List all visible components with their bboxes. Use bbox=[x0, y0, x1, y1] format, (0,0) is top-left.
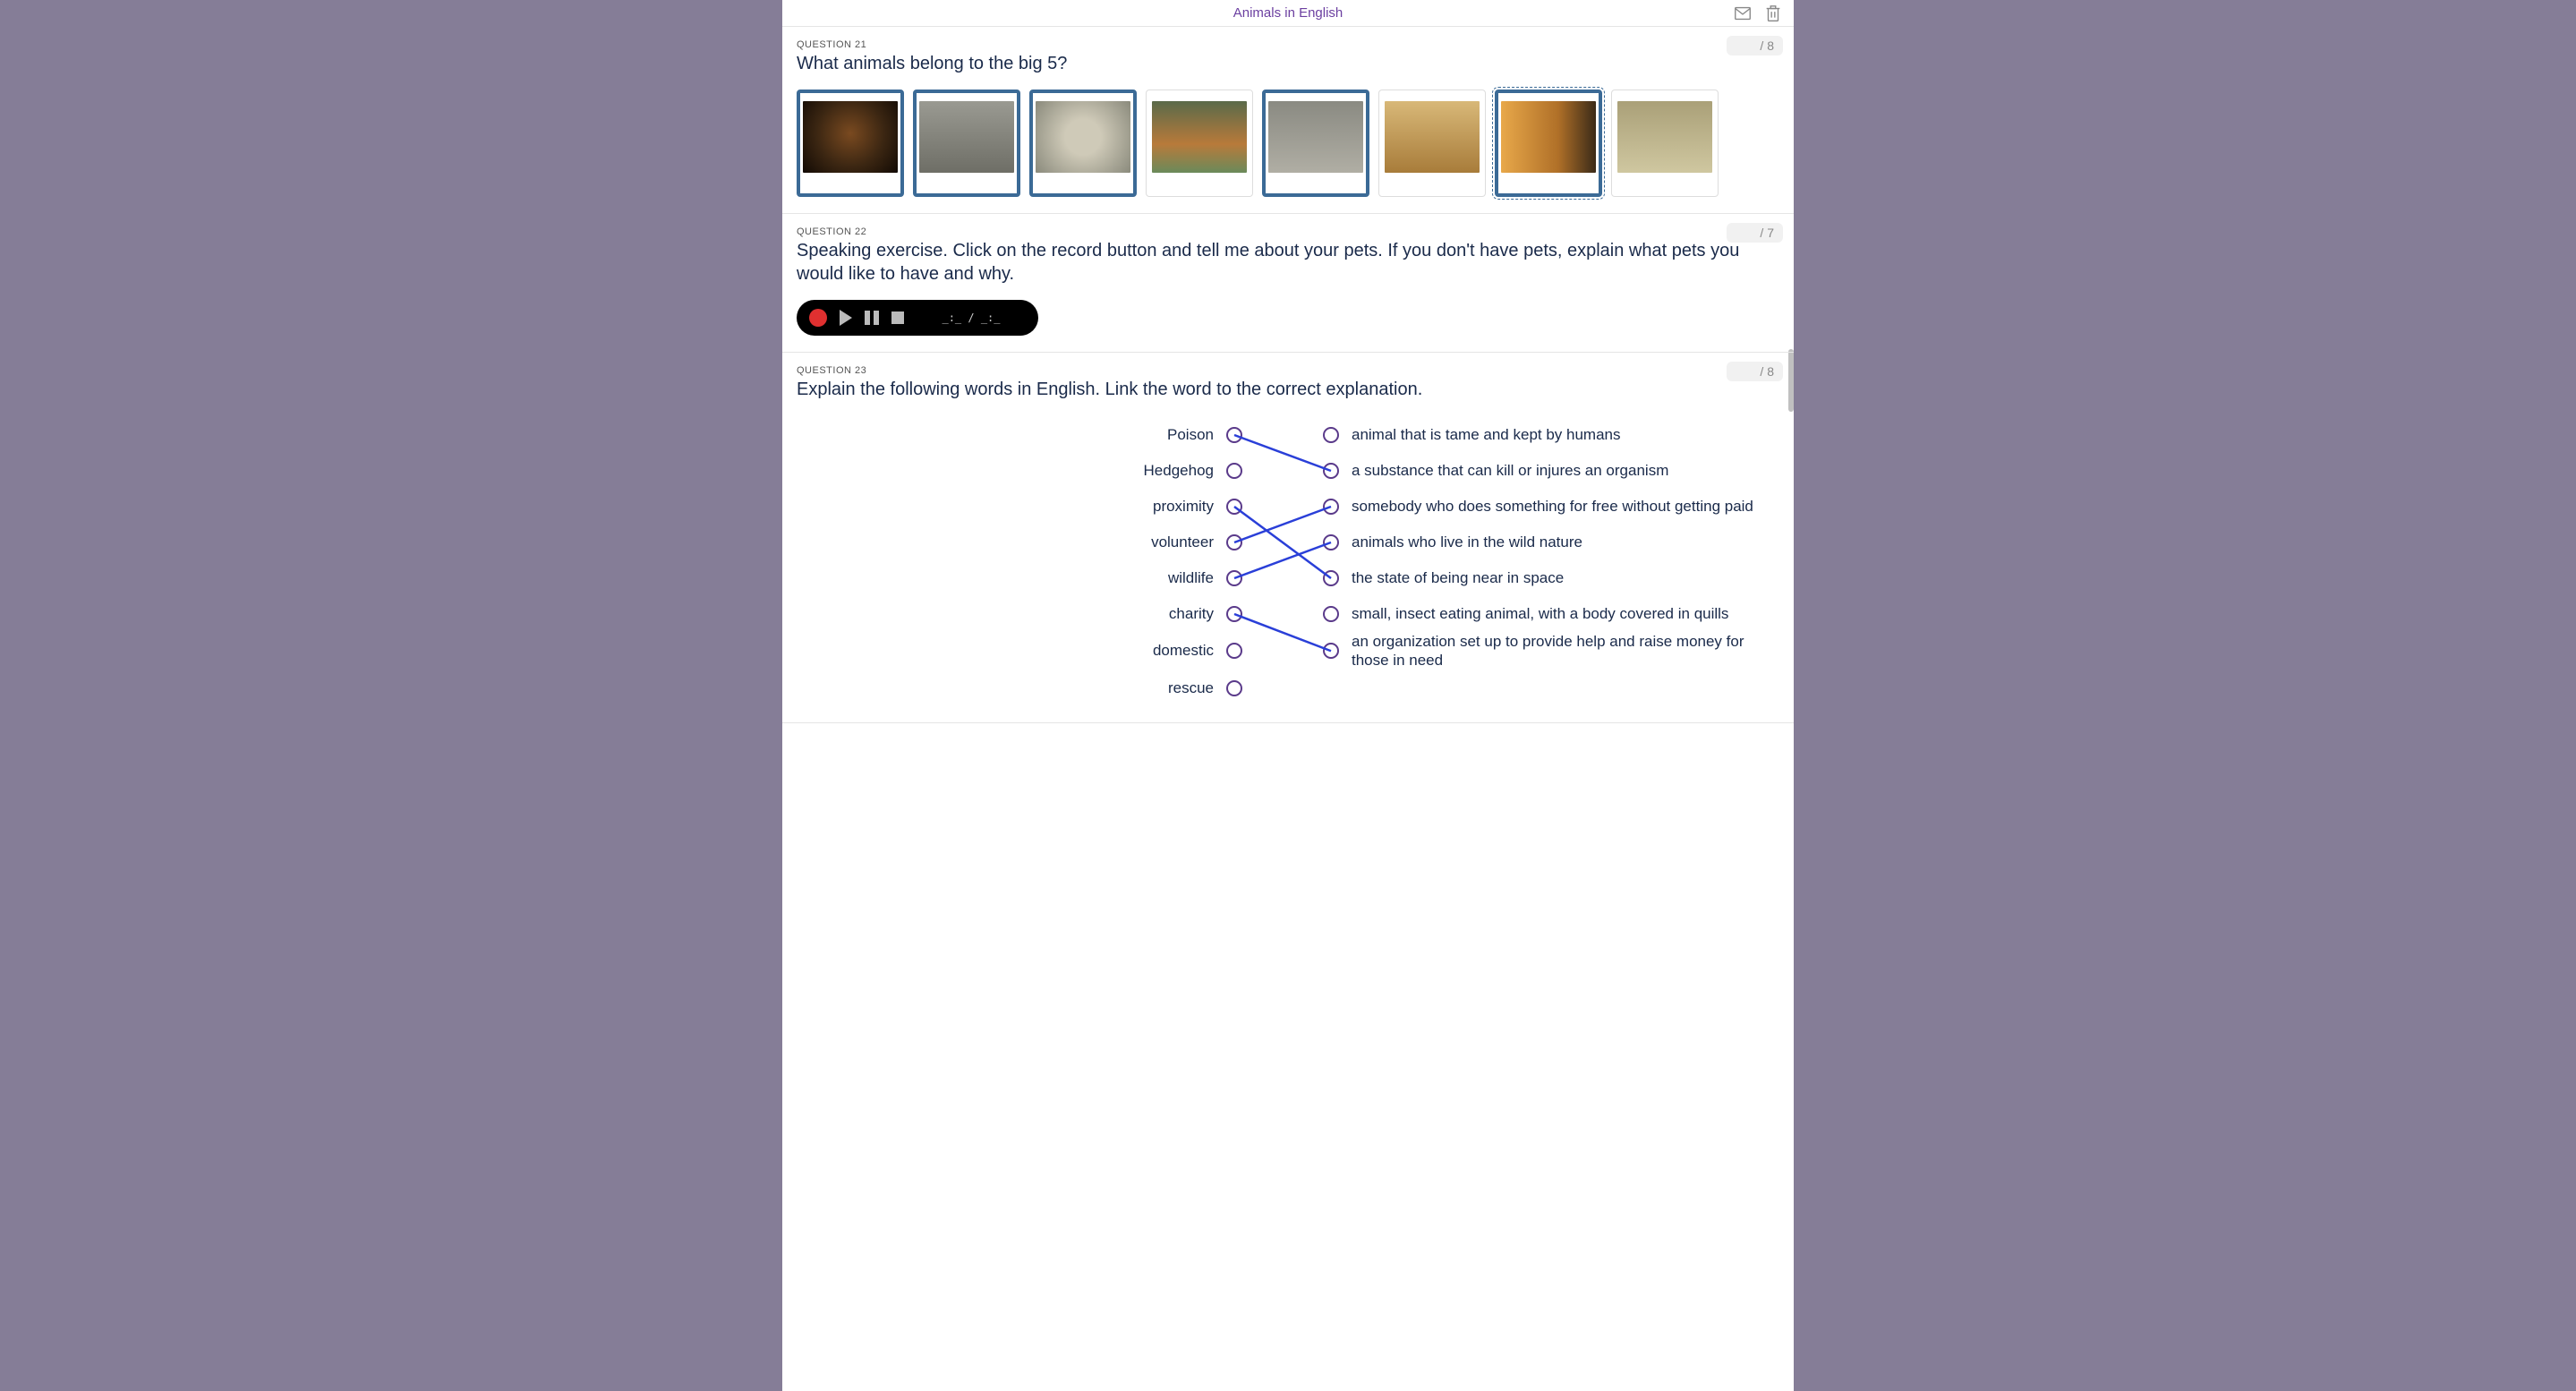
match-left-dot[interactable] bbox=[1226, 534, 1242, 550]
lion-image bbox=[803, 101, 898, 173]
match-right-dot[interactable] bbox=[1323, 427, 1339, 443]
match-left-dot[interactable] bbox=[1226, 643, 1242, 659]
max-score-q21: / 8 bbox=[1760, 38, 1774, 53]
question-number-q23: QUESTION 23 bbox=[797, 365, 1779, 376]
matching-grid-q23: Poison animal that is tame and kept by hu… bbox=[797, 417, 1779, 706]
question-23-block: / 8 QUESTION 23 Explain the following wo… bbox=[782, 353, 1794, 723]
match-right-dot[interactable] bbox=[1323, 606, 1339, 622]
score-badge-q22: / 7 bbox=[1727, 223, 1783, 243]
match-left-dot[interactable] bbox=[1226, 570, 1242, 586]
image-card-tiger[interactable] bbox=[1146, 90, 1253, 197]
giraffe-image bbox=[1385, 101, 1480, 173]
match-right-label: somebody who does something for free wit… bbox=[1348, 497, 1779, 516]
match-right-label: animals who live in the wild nature bbox=[1348, 533, 1779, 551]
score-input-q22[interactable] bbox=[1736, 226, 1757, 240]
image-choices-q21 bbox=[797, 90, 1779, 197]
image-card-buffalo[interactable] bbox=[1495, 90, 1602, 197]
match-right-dot[interactable] bbox=[1323, 643, 1339, 659]
match-left-label: rescue bbox=[797, 679, 1217, 697]
question-number-q21: QUESTION 21 bbox=[797, 39, 1779, 50]
crocodile-image bbox=[1617, 101, 1712, 173]
image-card-rhino[interactable] bbox=[1262, 90, 1369, 197]
match-left-label: Poison bbox=[797, 426, 1217, 444]
header-actions bbox=[1733, 4, 1783, 23]
match-row: Hedgehog a substance that can kill or inj… bbox=[797, 453, 1779, 489]
tiger-image bbox=[1152, 101, 1247, 173]
page-title: Animals in English bbox=[1233, 5, 1343, 21]
match-right-label: animal that is tame and kept by humans bbox=[1348, 425, 1779, 444]
elephant-image bbox=[919, 101, 1014, 173]
image-card-lion[interactable] bbox=[797, 90, 904, 197]
match-left-label: volunteer bbox=[797, 533, 1217, 551]
match-row: proximity somebody who does something for… bbox=[797, 489, 1779, 525]
match-row: rescue bbox=[797, 670, 1779, 706]
question-text-q23: Explain the following words in English. … bbox=[797, 378, 1779, 401]
max-score-q23: / 8 bbox=[1760, 364, 1774, 379]
mail-icon[interactable] bbox=[1733, 4, 1753, 23]
match-right-label: a substance that can kill or injures an … bbox=[1348, 461, 1779, 480]
match-left-dot[interactable] bbox=[1226, 499, 1242, 515]
audio-recorder: _:_ / _:_ bbox=[797, 300, 1038, 336]
trash-icon[interactable] bbox=[1763, 4, 1783, 23]
max-score-q22: / 7 bbox=[1760, 226, 1774, 240]
question-text-q21: What animals belong to the big 5? bbox=[797, 52, 1779, 75]
leopard-image bbox=[1036, 101, 1130, 173]
image-card-leopard[interactable] bbox=[1029, 90, 1137, 197]
rhino-image bbox=[1268, 101, 1363, 173]
question-21-block: / 8 QUESTION 21 What animals belong to t… bbox=[782, 27, 1794, 214]
recorder-time: _:_ / _:_ bbox=[917, 311, 1026, 324]
image-card-giraffe[interactable] bbox=[1378, 90, 1486, 197]
match-right-dot[interactable] bbox=[1323, 570, 1339, 586]
question-text-q22: Speaking exercise. Click on the record b… bbox=[797, 239, 1779, 286]
match-row: Poison animal that is tame and kept by hu… bbox=[797, 417, 1779, 453]
match-row: wildlife the state of being near in space bbox=[797, 560, 1779, 596]
score-badge-q21: / 8 bbox=[1727, 36, 1783, 55]
match-right-label: the state of being near in space bbox=[1348, 568, 1779, 587]
match-left-dot[interactable] bbox=[1226, 680, 1242, 696]
score-input-q23[interactable] bbox=[1736, 364, 1757, 379]
match-right-dot[interactable] bbox=[1323, 463, 1339, 479]
record-button[interactable] bbox=[809, 309, 827, 327]
question-22-block: / 7 QUESTION 22 Speaking exercise. Click… bbox=[782, 214, 1794, 353]
match-left-label: charity bbox=[797, 605, 1217, 623]
match-left-label: Hedgehog bbox=[797, 462, 1217, 480]
score-input-q21[interactable] bbox=[1736, 38, 1757, 53]
match-row: volunteer animals who live in the wild na… bbox=[797, 525, 1779, 560]
pause-button[interactable] bbox=[865, 311, 879, 325]
question-number-q22: QUESTION 22 bbox=[797, 226, 1779, 237]
match-left-dot[interactable] bbox=[1226, 606, 1242, 622]
match-left-label: proximity bbox=[797, 498, 1217, 516]
match-right-label: an organization set up to provide help a… bbox=[1348, 632, 1779, 670]
buffalo-image bbox=[1501, 101, 1596, 173]
match-left-label: domestic bbox=[797, 642, 1217, 660]
match-row: charity small, insect eating animal, with… bbox=[797, 596, 1779, 632]
match-right-dot[interactable] bbox=[1323, 499, 1339, 515]
match-left-label: wildlife bbox=[797, 569, 1217, 587]
image-card-elephant[interactable] bbox=[913, 90, 1020, 197]
match-right-label: small, insect eating animal, with a body… bbox=[1348, 604, 1779, 623]
match-left-dot[interactable] bbox=[1226, 463, 1242, 479]
score-badge-q23: / 8 bbox=[1727, 362, 1783, 381]
header-bar: Animals in English bbox=[782, 0, 1794, 27]
match-right-dot[interactable] bbox=[1323, 534, 1339, 550]
match-left-dot[interactable] bbox=[1226, 427, 1242, 443]
match-row: domestic an organization set up to provid… bbox=[797, 632, 1779, 670]
stop-button[interactable] bbox=[891, 311, 904, 324]
play-button[interactable] bbox=[840, 310, 852, 326]
image-card-crocodile[interactable] bbox=[1611, 90, 1719, 197]
app-container: Animals in English / 8 QUESTION 21 What … bbox=[782, 0, 1794, 1391]
